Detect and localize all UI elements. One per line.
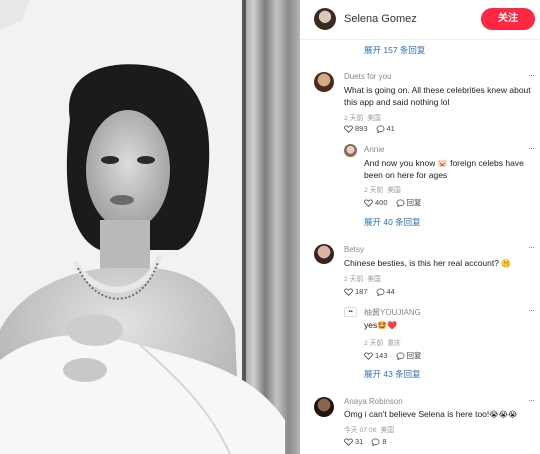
expand-replies-link[interactable]: 展开 43 条回复 — [364, 368, 421, 380]
comment-actions: 893 41 — [344, 124, 403, 133]
reply-count: 41 — [386, 124, 395, 133]
speech-bubble-icon — [376, 287, 384, 296]
comment-actions: 187 44 — [344, 287, 403, 296]
reply-count-button[interactable]: 41 — [376, 124, 395, 133]
heart-outline-icon — [344, 287, 353, 296]
follow-button[interactable]: 关注 — [481, 8, 535, 30]
more-dots-icon[interactable]: ··· — [528, 305, 535, 315]
emoji: 😭😭😭 — [489, 410, 518, 419]
speech-bubble-icon — [371, 437, 380, 446]
reply-label: 回复 — [406, 198, 422, 207]
reply-text: And now you know 🐷 foreign celebs have b… — [364, 158, 536, 181]
reply-avatar[interactable]: ▪▪ — [344, 307, 357, 317]
comment-item: Anaya Robinson ··· Omg i can't believe S… — [300, 395, 540, 454]
reply-username[interactable]: 柚酱YOUJIANG — [364, 307, 421, 318]
reply-meta: 2 天前 美国 — [364, 184, 405, 194]
reply-count: 44 — [386, 287, 395, 296]
comment-time: 2 天前 — [344, 276, 364, 283]
reply-location: 重庆 — [387, 340, 401, 347]
comments-panel: Selena Gomez 关注 展开 157 条回复 Duets for you… — [300, 0, 540, 454]
like-count: 893 — [355, 124, 368, 133]
user-avatar[interactable] — [314, 72, 334, 92]
comment-time: 2 天前 — [344, 115, 364, 122]
comment-location: 美国 — [367, 276, 381, 283]
expand-replies-link[interactable]: 展开 157 条回复 — [364, 44, 425, 56]
like-button[interactable]: 31 — [344, 437, 363, 446]
comment-text: Omg i can't believe Selena is here too!😭… — [344, 409, 536, 421]
reply-meta: 2 天前 重庆 — [364, 337, 405, 347]
like-count: 31 — [355, 437, 364, 446]
author-avatar[interactable] — [314, 8, 336, 30]
comment-item: Duets for you ··· What is going on. All … — [300, 70, 540, 230]
emoji: 🤩❤️ — [377, 321, 398, 330]
comment-location: 美国 — [367, 115, 381, 122]
more-dots-icon[interactable]: ··· — [528, 143, 535, 153]
reply-time: 2 天前 — [364, 340, 384, 347]
comment-time: 今天 07:06 — [344, 427, 377, 434]
comment-meta: 2 天前 美国 — [344, 273, 385, 283]
reply-text-part: yes — [364, 320, 378, 330]
comment-text-part: Omg i can't believe Selena is here too! — [344, 409, 490, 419]
reply-text: yes🤩❤️ — [364, 320, 536, 332]
comment-actions: 31 8 — [344, 437, 395, 446]
more-dots-icon[interactable]: ··· — [528, 70, 535, 80]
like-button[interactable]: 893 — [344, 124, 368, 133]
comment-location: 美国 — [380, 427, 395, 434]
post-photo[interactable] — [0, 0, 300, 454]
comment-meta: 2 天前 美国 — [344, 112, 385, 122]
reply-avatar[interactable] — [344, 144, 357, 157]
comment-text: Chinese besties, is this her real accoun… — [344, 258, 536, 270]
comment-text: What is going on. All these celebrities … — [344, 85, 531, 107]
author-name[interactable]: Selena Gomez — [344, 13, 417, 25]
speech-bubble-icon — [396, 351, 404, 360]
reply-count-button[interactable]: 8 — [371, 437, 387, 446]
reply-time: 2 天前 — [364, 187, 384, 194]
like-count: 400 — [375, 198, 388, 207]
speech-bubble-icon — [396, 198, 404, 207]
photo-image — [0, 0, 300, 454]
heart-outline-icon — [344, 437, 353, 446]
more-dots-icon[interactable]: ··· — [528, 242, 535, 252]
emoji: 🐷 — [437, 159, 448, 168]
more-dots-icon[interactable]: ··· — [528, 395, 535, 405]
reply-button[interactable]: 回复 — [396, 350, 422, 361]
like-button[interactable]: 143 — [364, 351, 388, 360]
user-avatar[interactable] — [314, 244, 334, 264]
comment-username[interactable]: Anaya Robinson — [344, 397, 403, 406]
user-avatar[interactable] — [314, 397, 334, 417]
reply-count-button[interactable]: 44 — [376, 287, 395, 296]
heart-outline-icon — [364, 351, 373, 360]
comment-text-part: Chinese besties, is this her real accoun… — [344, 258, 499, 268]
comment-meta: 今天 07:06 美国 — [344, 424, 398, 434]
reply-label: 回复 — [406, 351, 422, 360]
reply-count: 8 — [382, 437, 387, 446]
reply-actions: 143 回复 — [364, 350, 430, 361]
expand-replies-link[interactable]: 展开 40 条回复 — [364, 216, 421, 228]
reply-text-part: And now you know — [364, 158, 436, 168]
speech-bubble-icon — [376, 124, 384, 133]
reply-username[interactable]: Annie — [364, 145, 384, 154]
like-count: 143 — [375, 351, 388, 360]
comment-item: Betsy ··· Chinese besties, is this her r… — [300, 242, 540, 382]
comment-username[interactable]: Betsy — [344, 245, 364, 254]
like-button[interactable]: 400 — [364, 198, 388, 207]
heart-outline-icon — [344, 124, 353, 133]
reply-actions: 400 回复 — [364, 197, 430, 208]
comment-username[interactable]: Duets for you — [344, 72, 392, 81]
like-button[interactable]: 187 — [344, 287, 368, 296]
heart-outline-icon — [364, 198, 373, 207]
like-count: 187 — [355, 287, 368, 296]
reply-location: 美国 — [387, 187, 401, 194]
post-header: Selena Gomez 关注 — [300, 0, 540, 40]
reply-button[interactable]: 回复 — [396, 197, 422, 208]
emoji: 🤫 — [501, 259, 512, 268]
